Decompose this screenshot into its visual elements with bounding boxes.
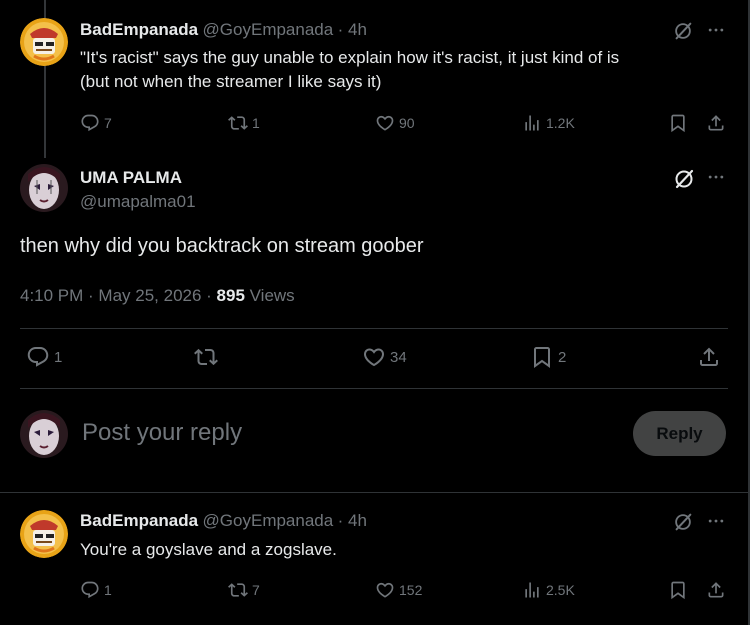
repost-icon <box>228 113 248 133</box>
tweet2-author-name[interactable]: BadEmpanada <box>80 511 198 530</box>
tweet1-like-count: 90 <box>399 115 415 131</box>
badempanada-avatar-icon <box>20 510 68 558</box>
main-author-handle[interactable]: @umapalma01 <box>80 192 196 212</box>
grok-icon[interactable] <box>672 20 694 42</box>
share-icon <box>706 113 726 133</box>
views-icon <box>522 113 542 133</box>
reply-input[interactable]: Post your reply <box>82 419 242 447</box>
tweet2-bookmark-button[interactable] <box>668 580 688 600</box>
tweet2-header: BadEmpanada @GoyEmpanada · 4h <box>80 511 367 531</box>
main-bookmark-count: 2 <box>558 348 567 366</box>
tweet1-view-count: 1.2K <box>546 115 575 131</box>
tweet2-repost-count: 7 <box>252 582 260 598</box>
tweet2-like-button[interactable]: 152 <box>375 580 422 600</box>
bookmark-icon <box>668 113 688 133</box>
tweet1-views-button[interactable]: 1.2K <box>522 113 575 133</box>
main-repost-button[interactable] <box>194 345 222 369</box>
reply-button-label: Reply <box>656 423 703 443</box>
reply-button[interactable]: Reply <box>633 411 726 456</box>
main-tweet-text: then why did you backtrack on stream goo… <box>20 235 424 257</box>
more-options-icon[interactable] <box>706 511 726 531</box>
like-icon <box>375 113 395 133</box>
more-options-icon[interactable] <box>706 20 726 40</box>
bookmark-icon <box>530 345 554 369</box>
avatar-umapalma[interactable] <box>20 164 68 212</box>
umapalma-avatar-icon <box>20 164 68 212</box>
tweet2-text: You're a goyslave and a zogslave. <box>80 540 337 559</box>
tweet2-author-handle[interactable]: @GoyEmpanada <box>203 511 334 530</box>
tweet2-like-count: 152 <box>399 582 423 598</box>
tweet1-text-line2: (but not when the streamer I like says i… <box>80 72 382 91</box>
grok-icon[interactable] <box>672 167 696 191</box>
main-bookmark-button[interactable]: 2 <box>530 345 566 369</box>
grok-icon[interactable] <box>672 511 694 533</box>
main-reply-count: 1 <box>54 348 63 366</box>
tweet2-reply-count: 1 <box>104 582 112 598</box>
tweet1-author-handle[interactable]: @GoyEmpanada <box>203 20 334 39</box>
badempanada-avatar-icon <box>20 18 68 66</box>
main-reply-button[interactable]: 1 <box>26 345 62 369</box>
tweet1-time[interactable]: · 4h <box>338 20 367 39</box>
like-icon <box>362 345 386 369</box>
share-icon <box>706 580 726 600</box>
main-author-name[interactable]: UMA PALMA <box>80 168 182 188</box>
main-tweet-meta: 4:10 PM · May 25, 2026 · 895 Views <box>20 286 295 306</box>
tweet2-repost-button[interactable]: 7 <box>228 580 260 600</box>
tweet2-time[interactable]: · 4h <box>338 511 367 530</box>
tweet2-views-button[interactable]: 2.5K <box>522 580 575 600</box>
tweet1-share-button[interactable] <box>706 113 726 133</box>
main-tweet-view-count: 895 <box>216 286 245 305</box>
avatar-badempanada[interactable] <box>20 18 68 66</box>
tweet1-repost-count: 1 <box>252 115 260 131</box>
reply-icon <box>80 113 100 133</box>
more-options-icon[interactable] <box>706 167 726 187</box>
repost-icon <box>228 580 248 600</box>
tweet1-like-button[interactable]: 90 <box>375 113 415 133</box>
tweet2-view-count: 2.5K <box>546 582 575 598</box>
divider <box>20 328 728 329</box>
divider <box>0 492 750 493</box>
tweet1-reply-count: 7 <box>104 115 112 131</box>
bookmark-icon <box>668 580 688 600</box>
tweet1-author-name[interactable]: BadEmpanada <box>80 20 198 39</box>
share-icon <box>697 345 721 369</box>
like-icon <box>375 580 395 600</box>
reply-icon <box>26 345 50 369</box>
tweet1-bookmark-button[interactable] <box>668 113 688 133</box>
tweet1-header: BadEmpanada @GoyEmpanada · 4h <box>80 20 367 40</box>
main-tweet-timestamp[interactable]: 4:10 PM · May 25, 2026 · <box>20 286 217 305</box>
tweet1-reply-button[interactable]: 7 <box>80 113 112 133</box>
main-like-button[interactable]: 34 <box>362 345 407 369</box>
main-like-count: 34 <box>390 348 407 366</box>
tweet1-repost-button[interactable]: 1 <box>228 113 260 133</box>
umapalma-avatar-icon <box>20 410 68 458</box>
tweet2-share-button[interactable] <box>706 580 726 600</box>
composer-avatar[interactable] <box>20 410 68 458</box>
avatar-badempanada[interactable] <box>20 510 68 558</box>
views-icon <box>522 580 542 600</box>
tweet1-text: "It's racist" says the guy unable to exp… <box>80 46 619 94</box>
tweet2-reply-button[interactable]: 1 <box>80 580 112 600</box>
tweet1-text-line1: "It's racist" says the guy unable to exp… <box>80 48 620 67</box>
repost-icon <box>194 345 218 369</box>
main-tweet-views-label: Views <box>244 286 295 305</box>
main-share-button[interactable] <box>697 345 721 369</box>
divider <box>20 388 728 389</box>
reply-icon <box>80 580 100 600</box>
